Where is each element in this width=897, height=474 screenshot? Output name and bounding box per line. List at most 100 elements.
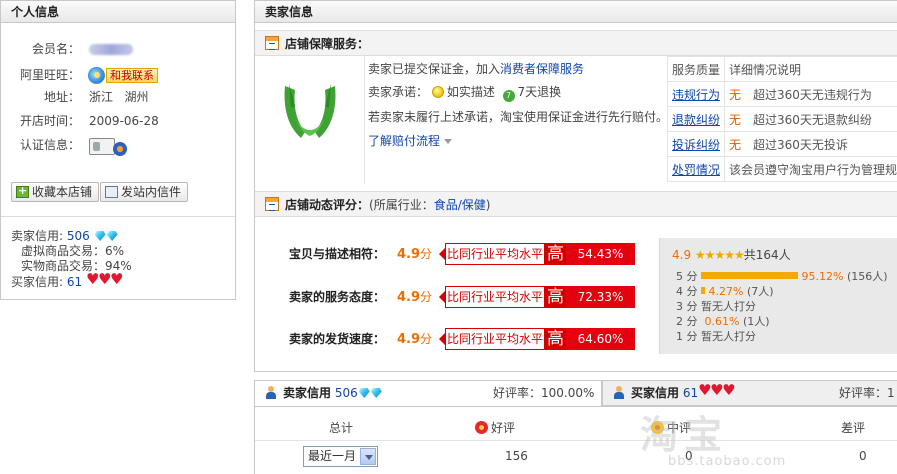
dist-percent: 0.61% xyxy=(705,315,740,328)
tab-buyer-credit[interactable]: 买家信用 61 好评率：1 xyxy=(602,380,897,406)
promise-accurate: 如实描述 xyxy=(447,85,495,99)
seller-info-panel: 卖家信息 店铺保障服务： 卖家已提交保证金，加入消费者保障服务 卖家承诺： 如实… xyxy=(254,0,897,372)
dist-count: (7人) xyxy=(747,285,774,298)
dynamic-rating-title: 店铺动态评分： xyxy=(285,198,369,212)
score-label: 卖家的服务态度： xyxy=(289,286,397,308)
industry-link[interactable]: 食品/保健 xyxy=(434,198,486,212)
favorite-shop-button[interactable]: 收藏本店铺 xyxy=(11,182,99,202)
buyer-tab-value[interactable]: 61 xyxy=(683,386,698,400)
virtual-trade-label: 虚拟商品交易： xyxy=(21,244,105,258)
detail-text: 超过360天无违规行为 xyxy=(753,88,872,102)
compare-level: 高 xyxy=(545,286,566,308)
send-message-label: 发站内信件 xyxy=(121,185,181,199)
dist-count: 暂无人打分 xyxy=(701,300,756,313)
col-good: 好评 xyxy=(475,419,515,436)
aliww-value: 和我联系 xyxy=(88,65,158,85)
user-icon xyxy=(265,386,277,400)
promise-return: 7天退换 xyxy=(518,85,562,99)
seller-credit-link[interactable]: 506 xyxy=(67,229,90,243)
diamond-icon xyxy=(95,231,106,241)
distribution-row: 5 分95.12% (156人) xyxy=(676,269,888,285)
compare-badge: 比同行业平均水平高64.60% xyxy=(439,328,635,350)
credit-tab-bar: 卖家信用 506 好评率：100.00% 买家信用 61 好评率：1 xyxy=(254,380,897,406)
status-value: 无 xyxy=(729,138,741,152)
distribution-head: 4.9 ★★★★★共164人 xyxy=(672,246,791,263)
dist-label: 2 分 xyxy=(676,315,698,328)
consumer-protection-link[interactable]: 消费者保障服务 xyxy=(500,62,584,76)
dynamic-rating-header: 店铺动态评分：(所属行业：食品/保健) xyxy=(255,191,897,217)
diamond-icon xyxy=(107,231,118,241)
total-raters: 共164人 xyxy=(744,248,791,262)
good-count[interactable]: 156 xyxy=(505,449,528,463)
dist-label: 1 分 xyxy=(676,330,698,343)
compare-percent: 54.43% xyxy=(566,243,635,265)
compare-text: 比同行业平均水平 xyxy=(445,243,545,265)
violation-link[interactable]: 违规行为 xyxy=(672,88,720,102)
contact-me-button[interactable]: 和我联系 xyxy=(106,68,158,83)
buyer-tab-label: 买家信用 xyxy=(631,386,679,400)
detail-text: 超过360天无投诉 xyxy=(753,138,848,152)
aliww-row: 阿里旺旺： 和我联系 xyxy=(1,65,235,85)
table-row: 投诉纠纷 无超过360天无投诉 xyxy=(668,132,897,157)
dist-count: 暂无人打分 xyxy=(701,330,756,343)
buyer-credit-line: 买家信用: 61 xyxy=(11,274,122,290)
divider xyxy=(255,440,897,441)
seller-good-rate: 好评率：100.00% xyxy=(493,381,594,405)
score-unit: 分 xyxy=(420,247,432,261)
calendar-icon xyxy=(265,36,279,50)
opened-label: 开店时间： xyxy=(20,111,80,131)
score-value: 4.9 xyxy=(397,332,420,347)
aliww-label: 阿里旺旺： xyxy=(20,65,80,85)
send-message-button[interactable]: 发站内信件 xyxy=(100,182,188,202)
tab-seller-credit[interactable]: 卖家信用 506 好评率：100.00% xyxy=(254,380,602,406)
compare-badge: 比同行业平均水平高54.43% xyxy=(439,243,635,265)
seller-credit-line: 卖家信用: 506 xyxy=(11,228,118,244)
bad-count[interactable]: 0 xyxy=(859,449,867,463)
score-shipping: 卖家的发货速度：4.9分 比同行业平均水平高64.60% xyxy=(289,328,432,350)
dist-percent: 4.27% xyxy=(709,285,744,298)
compare-percent: 72.33% xyxy=(566,286,635,308)
diamond-icon xyxy=(371,388,382,398)
table-header-row: 服务质量 详细情况说明 xyxy=(668,57,897,82)
score-unit: 分 xyxy=(420,290,432,304)
dist-label: 5 分 xyxy=(676,270,698,283)
header-service-quality: 服务质量 xyxy=(668,57,725,82)
complaint-dispute-link[interactable]: 投诉纠纷 xyxy=(672,138,720,152)
detail-text: 该会员遵守淘宝用户行为管理规则 xyxy=(729,163,897,177)
chevron-down-icon[interactable] xyxy=(360,448,376,465)
buyer-credit-link[interactable]: 61 xyxy=(67,275,82,289)
compensation-link-line: 了解赔付流程 xyxy=(368,130,452,152)
opened-row: 开店时间： 2009-06-28 xyxy=(1,111,235,131)
member-name-value xyxy=(89,39,133,61)
score-label: 宝贝与描述相符： xyxy=(289,243,397,265)
mail-icon xyxy=(105,186,118,198)
compensation-process-link[interactable]: 了解赔付流程 xyxy=(368,134,440,148)
promise-label: 卖家承诺： xyxy=(368,85,428,99)
personal-info-title: 个人信息 xyxy=(1,1,235,23)
score-description: 宝贝与描述相符：4.9分 比同行业平均水平高54.43% xyxy=(289,243,432,265)
address-row: 地址： 浙江 湖州 xyxy=(1,87,235,107)
col-bad: 差评 xyxy=(841,419,865,436)
refund-dispute-link[interactable]: 退款纠纷 xyxy=(672,113,720,127)
promise-line: 卖家承诺： 如实描述 77天退换 xyxy=(368,81,561,103)
seller-tab-value[interactable]: 506 xyxy=(335,386,358,400)
penalty-link[interactable]: 处罚情况 xyxy=(672,163,720,177)
chevron-down-icon[interactable] xyxy=(444,139,452,144)
header-details: 详细情况说明 xyxy=(725,57,897,82)
star-rating-icon: ★★★★★ xyxy=(695,248,744,262)
address-value: 浙江 湖州 xyxy=(89,87,148,107)
buyer-good-rate: 好评率：1 xyxy=(839,381,895,405)
compare-level: 高 xyxy=(545,243,566,265)
industry-prefix: (所属行业： xyxy=(369,198,434,212)
period-select-value: 最近一月 xyxy=(308,449,356,463)
heart-icon xyxy=(711,388,722,398)
aliwangwang-icon[interactable] xyxy=(88,67,105,84)
favorite-shop-label: 收藏本店铺 xyxy=(32,185,92,199)
period-select[interactable]: 最近一月 xyxy=(303,446,378,467)
compare-text: 比同行业平均水平 xyxy=(445,328,545,350)
id-certified-icon[interactable] xyxy=(89,136,129,156)
taobao-watermark-url: bbs.taobao.com xyxy=(668,454,786,469)
compare-level: 高 xyxy=(545,328,566,350)
guarantee-header: 店铺保障服务： xyxy=(255,30,897,56)
cert-label: 认证信息： xyxy=(20,135,80,155)
